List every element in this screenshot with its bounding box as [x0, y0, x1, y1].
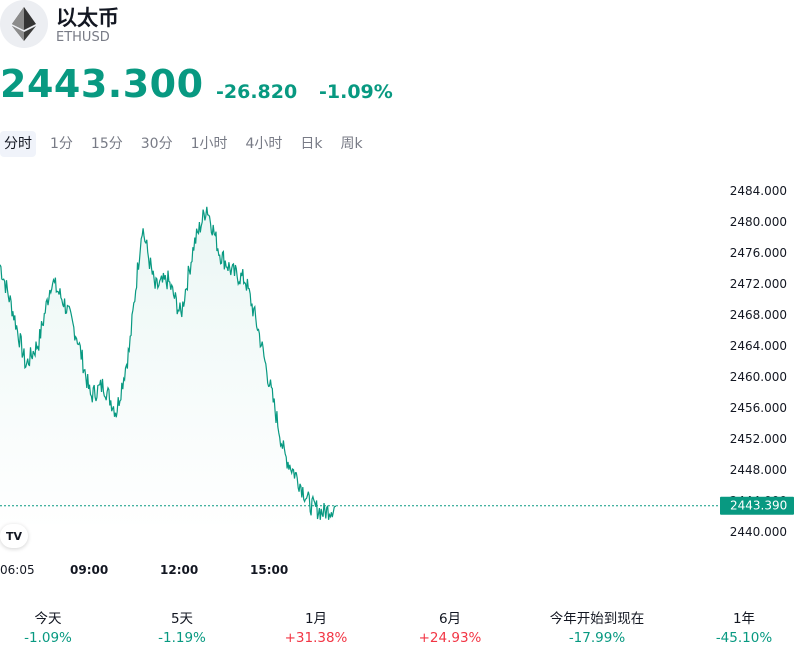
tab-4hour[interactable]: 4小时	[242, 131, 287, 157]
tab-daily[interactable]: 日k	[296, 131, 326, 157]
tab-1min[interactable]: 1分	[46, 131, 77, 157]
y-tick-label: 2484.000	[730, 184, 787, 198]
quote-row: 2443.300 -26.820 -1.09%	[0, 62, 800, 108]
y-tick-label: 2476.000	[730, 246, 787, 260]
price-chart[interactable]: 2484.000 2480.000 2476.000 2472.000 2468.000…	[0, 170, 800, 580]
price-area-fill	[0, 206, 336, 533]
ethereum-icon	[0, 0, 48, 48]
y-tick-label: 2452.000	[730, 432, 787, 446]
y-tick-label: 2480.000	[730, 215, 787, 229]
price-change: -26.820	[216, 81, 298, 103]
perf-value: -17.99%	[568, 630, 626, 646]
performance-bar: 今天 -1.09% 5天 -1.19% 1月 +31.38% 6月 +24.93…	[0, 610, 800, 650]
x-axis: 06:05 09:00 12:00 15:00	[0, 563, 288, 577]
perf-label: 5天	[170, 611, 194, 627]
last-price-badge: 2443.390	[720, 496, 794, 515]
coin-name: 以太币	[56, 6, 119, 30]
coin-symbol: ETHUSD	[56, 30, 110, 45]
tradingview-logo[interactable]: TV	[0, 524, 28, 548]
x-tick-label: 06:05	[0, 563, 35, 577]
x-tick-label: 12:00	[160, 563, 198, 577]
perf-1y[interactable]: 1年 -45.10%	[689, 610, 799, 648]
last-price: 2443.300	[0, 62, 204, 106]
tab-intraday[interactable]: 分时	[0, 131, 36, 157]
last-price-badge-label: 2443.390	[730, 499, 787, 513]
interval-tabs: 分时 1分 15分 30分 1小时 4小时 日k 周k	[0, 131, 377, 157]
y-tick-label: 2464.000	[730, 339, 787, 353]
perf-label: 今天	[34, 611, 62, 627]
perf-ytd[interactable]: 今年开始到现在 -17.99%	[542, 610, 652, 648]
perf-label: 6月	[438, 611, 462, 627]
x-tick-label: 09:00	[70, 563, 108, 577]
tab-1hour[interactable]: 1小时	[187, 131, 232, 157]
y-tick-label: 2468.000	[730, 308, 787, 322]
perf-5d[interactable]: 5天 -1.19%	[127, 610, 237, 648]
y-tick-label: 2472.000	[730, 277, 787, 291]
y-axis: 2484.000 2480.000 2476.000 2472.000 2468.000…	[730, 184, 787, 539]
tab-15min[interactable]: 15分	[87, 131, 127, 157]
perf-value: +24.93%	[418, 630, 482, 646]
y-tick-label: 2448.000	[730, 463, 787, 477]
tab-weekly[interactable]: 周k	[337, 131, 367, 157]
perf-label: 今年开始到现在	[549, 611, 645, 627]
perf-today[interactable]: 今天 -1.09%	[0, 610, 103, 648]
y-tick-label: 2456.000	[730, 401, 787, 415]
perf-6m[interactable]: 6月 +24.93%	[395, 610, 505, 648]
x-tick-label: 15:00	[250, 563, 288, 577]
symbol-header: 以太币 ETHUSD	[0, 0, 400, 50]
y-tick-label: 2440.000	[730, 525, 787, 539]
tab-30min[interactable]: 30分	[137, 131, 177, 157]
perf-value: +31.38%	[284, 630, 348, 646]
perf-value: -1.09%	[24, 630, 72, 646]
perf-label: 1月	[304, 611, 328, 627]
perf-1m[interactable]: 1月 +31.38%	[261, 610, 371, 648]
price-chart-svg[interactable]: 2484.000 2480.000 2476.000 2472.000 2468.000…	[0, 170, 800, 580]
price-change-percent: -1.09%	[319, 81, 393, 103]
perf-value: -1.19%	[158, 630, 206, 646]
perf-label: 1年	[732, 611, 756, 627]
perf-value: -45.10%	[715, 630, 773, 646]
y-tick-label: 2460.000	[730, 370, 787, 384]
